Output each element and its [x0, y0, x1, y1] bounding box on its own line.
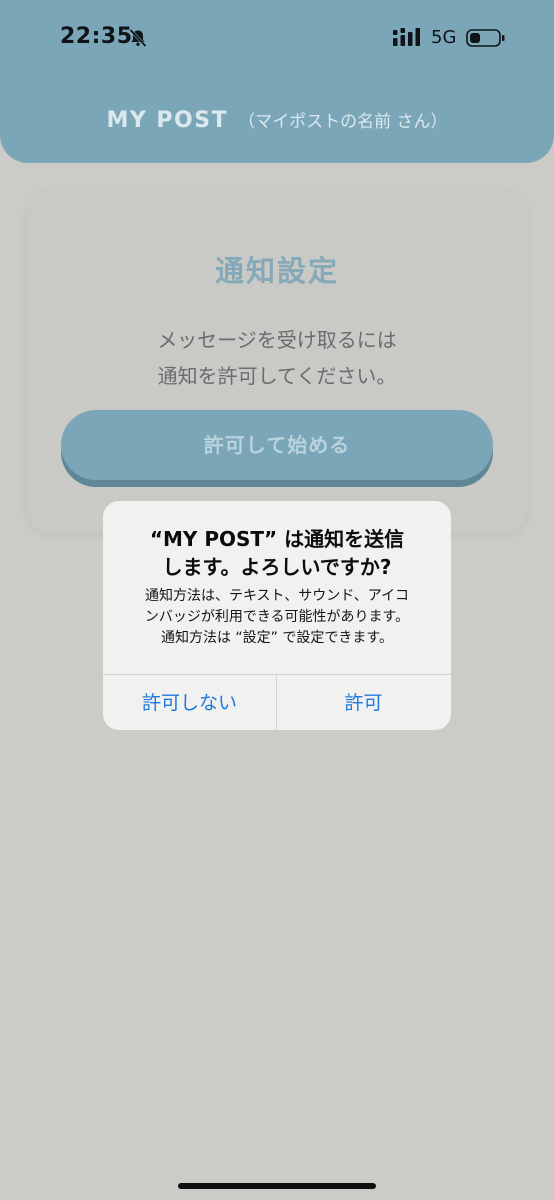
screen: 22:35 5G MY POST （マイポストの名前 さん） 通知設定 メッセー… [0, 0, 554, 1200]
allow-and-start-button[interactable]: 許可して始める [61, 410, 493, 480]
dont-allow-button[interactable]: 許可しない [103, 675, 277, 730]
alert-message-line: 通知方法は、テキスト、サウンド、アイコ [144, 588, 410, 604]
notification-settings-card: 通知設定 メッセージを受け取るには 通知を許可してください。 許可して始める [27, 190, 527, 533]
alert-message-line: ンバッジが利用できる可能性があります。 [144, 609, 410, 625]
network-label: 5G [431, 27, 457, 48]
notification-permission-alert: “MY POST” は通知を送信 します。よろしいですか? 通知方法は、テキスト… [103, 501, 451, 730]
status-time: 22:35 [60, 24, 133, 49]
alert-title-line: します。よろしいですか? [162, 555, 392, 579]
allow-button[interactable]: 許可 [277, 675, 450, 730]
alert-buttons: 許可しない 許可 [103, 674, 451, 730]
card-message-line: 通知を許可してください。 [157, 364, 397, 388]
app-name: MY POST [106, 108, 229, 133]
home-indicator[interactable] [178, 1183, 376, 1189]
card-message-line: メッセージを受け取るには [157, 328, 397, 352]
alert-message: 通知方法は、テキスト、サウンド、アイコ ンバッジが利用できる可能性があります。 … [117, 586, 437, 649]
bell-muted-icon [129, 28, 147, 48]
app-subtitle: （マイポストの名前 さん） [238, 112, 448, 132]
alert-title-line: “MY POST” は通知を送信 [149, 527, 405, 551]
card-title: 通知設定 [214, 254, 339, 288]
card-message: メッセージを受け取るには 通知を許可してください。 [27, 322, 527, 394]
alert-message-line: 通知方法は “設定” で設定できます。 [160, 630, 393, 646]
signal-icon [393, 28, 420, 46]
app-title: MY POST （マイポストの名前 さん） [0, 107, 554, 133]
app-header: 22:35 5G MY POST （マイポストの名前 さん） [0, 0, 554, 163]
alert-title: “MY POST” は通知を送信 します。よろしいですか? [103, 525, 451, 581]
battery-icon [466, 29, 505, 47]
